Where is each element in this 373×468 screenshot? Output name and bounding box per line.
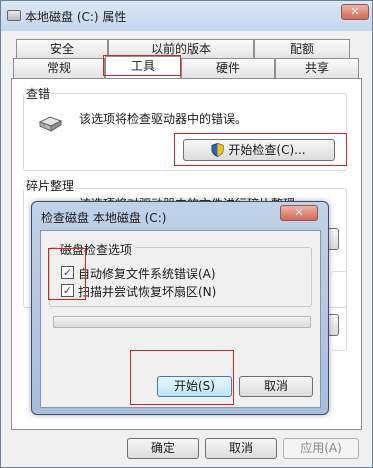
highlight-start-button [130,350,234,405]
dialog-close-button[interactable]: ✕ [280,205,318,221]
highlight-tools-tab [103,55,181,76]
dialog-cancel-button[interactable]: 取消 [239,376,313,397]
close-button[interactable]: ✕ [341,4,369,20]
drive-title-icon [7,10,21,21]
highlight-checkboxes [48,248,86,300]
tab-hardware[interactable]: 硬件 [181,58,275,78]
dialog-title: 检查磁盘 本地磁盘 (C:) [41,211,167,225]
highlight-start-check [174,133,347,166]
title-bar[interactable]: 本地磁盘 (C:) 属性 ✕ [1,1,372,31]
auto-fix-label: 自动修复文件系统错误(A) [78,267,216,281]
tab-quota[interactable]: 配额 [254,39,350,59]
scan-recover-label: 扫描并尝试恢复坏扇区(N) [78,285,217,299]
tab-sharing[interactable]: 共享 [275,58,359,78]
window-title: 本地磁盘 (C:) 属性 [25,10,127,24]
backup-group-partial [331,271,347,351]
ok-button[interactable]: 确定 [127,438,199,459]
error-check-description: 该选项将检查驱动器中的错误。 [79,112,248,126]
apply-button[interactable]: 应用(A) [283,438,359,459]
check-progress-bar [53,316,311,328]
tab-security[interactable]: 安全 [16,39,108,59]
tab-general[interactable]: 常规 [13,58,105,78]
error-check-label: 查错 [24,85,53,102]
cancel-button[interactable]: 取消 [205,438,277,459]
hard-drive-icon [37,114,63,137]
defrag-label: 碎片整理 [24,177,77,194]
